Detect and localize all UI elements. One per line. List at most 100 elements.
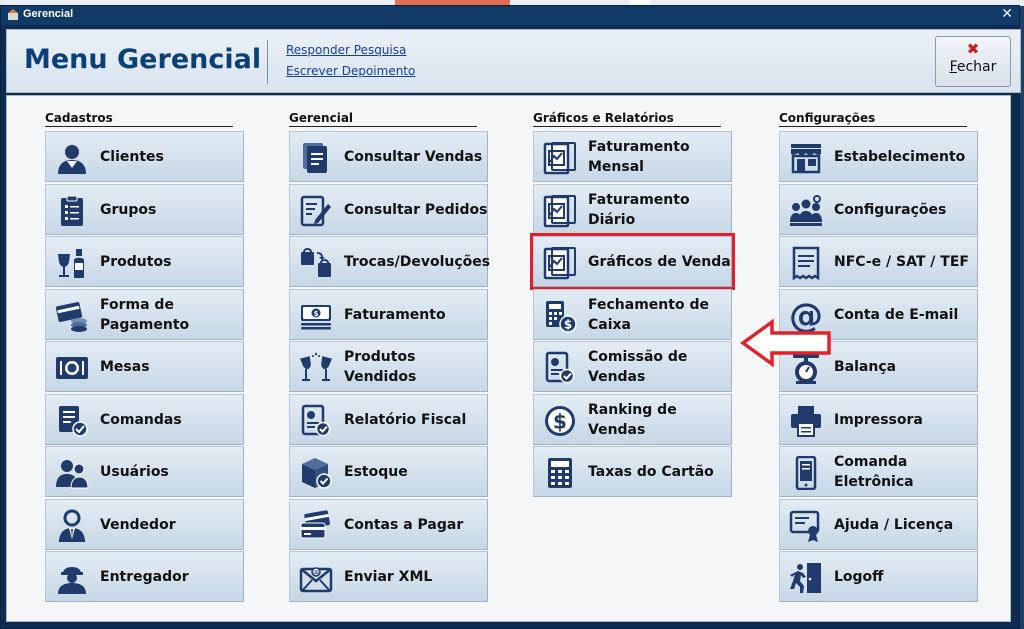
wine-bottle-icon: [55, 246, 89, 280]
menu-button-produtos-vendidos[interactable]: Produtos Vendidos: [289, 341, 488, 392]
menu-button-label: Trocas/Devoluções: [344, 253, 491, 270]
gerencial-window: Gerencial ✕ Menu Gerencial Responder Pes…: [0, 5, 1021, 629]
menu-button-label: Grupos: [100, 201, 157, 218]
link-responder-pesquisa[interactable]: Responder Pesquisa: [286, 43, 406, 57]
menu-button-consultar-vendas[interactable]: Consultar Vendas: [289, 131, 488, 182]
header-divider: [267, 40, 268, 84]
menu-button-clientes[interactable]: Clientes: [45, 131, 244, 182]
menu-button-ranking-de-vendas[interactable]: $ Ranking de Vendas: [533, 394, 732, 445]
menu-button-logoff[interactable]: Logoff: [779, 551, 978, 602]
menu-button-faturamento-mensal[interactable]: Faturamento Mensal: [533, 131, 732, 182]
menu-button-label: Ranking de Vendas: [588, 401, 677, 438]
menu-button-faturamento[interactable]: $ Faturamento: [289, 289, 488, 340]
menu-button-entregador[interactable]: Entregador: [45, 551, 244, 602]
menu-button-label: Configurações: [834, 201, 947, 218]
menu-button-ajuda-licenca[interactable]: Ajuda / Licença: [779, 499, 978, 550]
menu-button-grupos[interactable]: Grupos: [45, 184, 244, 235]
section-title-2: Gráficos e Relatórios: [533, 111, 721, 127]
card-coins-icon: [55, 299, 89, 333]
money-stack-icon: $: [299, 299, 333, 333]
menu-button-configuracoes[interactable]: Configurações: [779, 184, 978, 235]
menu-button-forma-de-pagamento[interactable]: Forma de Pagamento: [45, 289, 244, 340]
printer-icon: [789, 404, 823, 438]
fechar-label: Fechar: [949, 59, 997, 75]
menu-button-mesas[interactable]: Mesas: [45, 341, 244, 392]
edit-document-icon: [299, 194, 333, 228]
menu-button-fechamento-de-caixa[interactable]: $ Fechamento de Caixa: [533, 289, 732, 340]
header: Menu Gerencial Responder Pesquisa Escrev…: [6, 29, 1021, 93]
fiscal-report-icon: [299, 404, 333, 438]
menu-button-nfc-e-sat-tef[interactable]: NFC-e / SAT / TEF: [779, 236, 978, 287]
menu-panel: Cadastros Clientes Grupos Produtos Forma de …: [6, 95, 1011, 622]
menu-button-label: Fechamento de Caixa: [588, 296, 709, 333]
chart-doc-icon: [543, 141, 577, 175]
clipboard-list-icon: [55, 194, 89, 228]
menu-button-taxas-do-cartao[interactable]: Taxas do Cartão: [533, 446, 732, 497]
menu-button-estabelecimento[interactable]: Estabelecimento: [779, 131, 978, 182]
menu-button-enviar-xml[interactable]: @ Enviar XML: [289, 551, 488, 602]
menu-button-label: Comandas: [100, 411, 182, 428]
menu-button-label: Produtos Vendidos: [344, 348, 417, 385]
svg-text:@: @: [313, 570, 319, 577]
menu-button-label: Balança: [834, 358, 897, 375]
table-plate-icon: [55, 351, 89, 385]
menu-button-contas-a-pagar[interactable]: Contas a Pagar: [289, 499, 488, 550]
menu-button-label: Conta de E-mail: [834, 306, 959, 323]
menu-button-relatorio-fiscal[interactable]: Relatório Fiscal: [289, 394, 488, 445]
menu-button-label: Mesas: [100, 358, 150, 375]
menu-button-faturamento-diario[interactable]: Faturamento Diário: [533, 184, 732, 235]
chart-doc-icon: [543, 194, 577, 228]
salesman-icon: [55, 509, 89, 543]
app-icon: [8, 9, 18, 20]
dollar-circle-icon: $: [543, 404, 577, 438]
menu-button-comanda-eletronica[interactable]: Comanda Eletrônica: [779, 446, 978, 497]
menu-button-label: Contas a Pagar: [344, 516, 464, 533]
page-title: Menu Gerencial: [24, 44, 262, 75]
svg-text:$: $: [314, 310, 319, 318]
document-icon: [299, 141, 333, 175]
people-settings-icon: [789, 194, 823, 228]
menu-button-label: Produtos: [100, 253, 172, 270]
help-license-icon: [789, 509, 823, 543]
menu-button-comandas[interactable]: Comandas: [45, 394, 244, 445]
menu-button-label: Faturamento Diário: [588, 191, 690, 228]
window-title: Gerencial: [23, 8, 74, 20]
section-title-1: Gerencial: [289, 111, 477, 127]
menu-button-consultar-pedidos[interactable]: Consultar Pedidos: [289, 184, 488, 235]
menu-button-label: Impressora: [834, 411, 923, 428]
shopping-bags-swap-icon: [299, 246, 333, 280]
menu-button-label: Comanda Eletrônica: [834, 453, 914, 490]
calculator-money-icon: $: [543, 299, 577, 333]
envelope-icon: @: [299, 561, 333, 595]
svg-text:$: $: [564, 318, 572, 332]
receipt-icon: [789, 246, 823, 281]
close-red-x-icon: ✖: [966, 40, 980, 58]
menu-button-label: Faturamento: [344, 306, 446, 323]
calculator-icon: [543, 456, 577, 490]
menu-button-produtos[interactable]: Produtos: [45, 236, 244, 287]
menu-button-label: Entregador: [100, 568, 189, 585]
menu-button-label: Faturamento Mensal: [588, 138, 690, 175]
menu-button-label: Estoque: [344, 463, 408, 480]
menu-button-label: Logoff: [834, 568, 884, 585]
menu-button-vendedor[interactable]: Vendedor: [45, 499, 244, 550]
title-bar[interactable]: Gerencial ✕: [1, 6, 1019, 25]
fechar-button[interactable]: ✖ Fechar: [935, 36, 1011, 87]
commission-doc-icon: [543, 351, 577, 385]
menu-button-impressora[interactable]: Impressora: [779, 394, 978, 445]
menu-button-label: Ajuda / Licença: [834, 516, 954, 533]
cards-pay-icon: [299, 509, 333, 543]
menu-button-comissao-de-vendas[interactable]: Comissão de Vendas: [533, 341, 732, 392]
client-icon: [55, 141, 89, 175]
wine-glasses-icon: [299, 351, 333, 385]
menu-button-trocas-devolucoes[interactable]: Trocas/Devoluções: [289, 236, 491, 287]
link-escrever-depoimento[interactable]: Escrever Depoimento: [286, 64, 415, 78]
menu-button-label: Relatório Fiscal: [344, 411, 467, 428]
menu-button-usuarios[interactable]: Usuários: [45, 446, 244, 497]
menu-button-label: Comissão de Vendas: [588, 348, 688, 385]
menu-button-graficos-de-venda[interactable]: Gráficos de Venda: [530, 233, 735, 290]
window-close-icon[interactable]: ✕: [1001, 6, 1013, 22]
menu-button-label: NFC-e / SAT / TEF: [834, 253, 969, 270]
menu-button-label: Consultar Vendas: [344, 148, 483, 165]
menu-button-estoque[interactable]: Estoque: [289, 446, 488, 497]
